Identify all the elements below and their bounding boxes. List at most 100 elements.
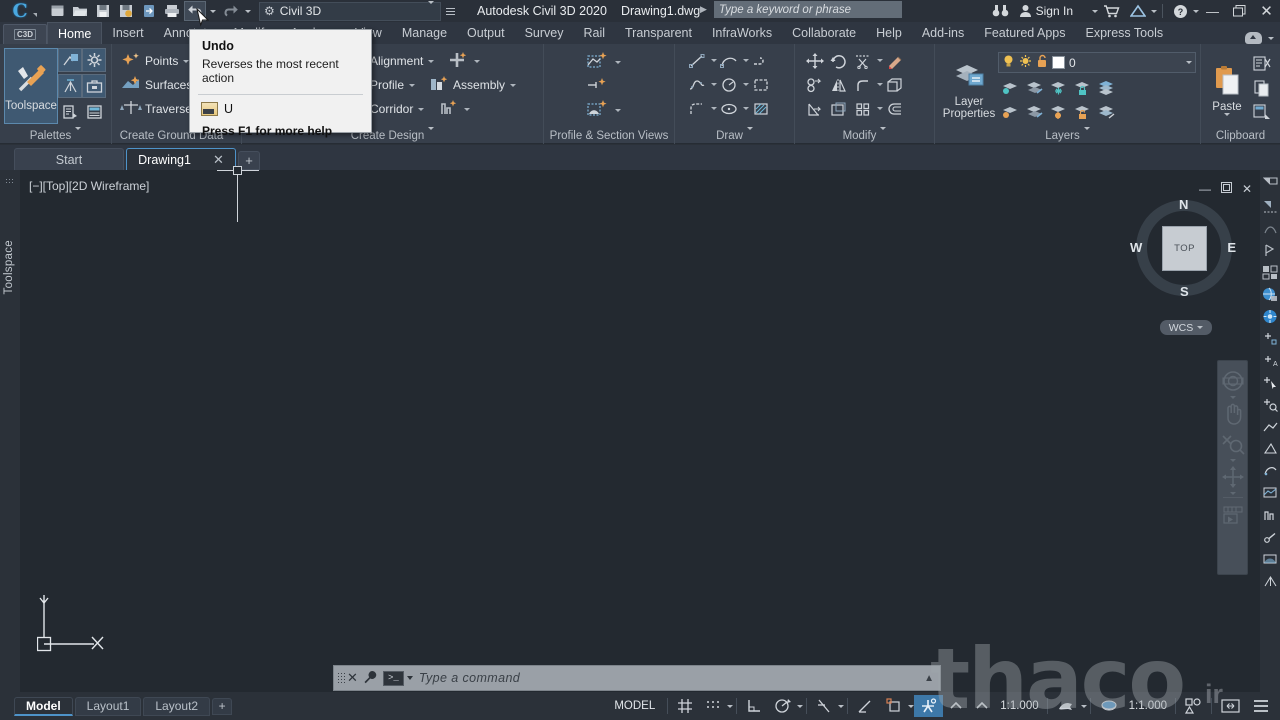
copy-icon[interactable] xyxy=(803,73,827,97)
layer-off-icon[interactable] xyxy=(998,75,1022,99)
layer-unisolate-icon[interactable] xyxy=(1022,99,1046,123)
command-expand-icon[interactable]: ▲ xyxy=(924,673,934,684)
command-line[interactable]: ✕ >_ Type a command ▲ xyxy=(333,665,941,691)
layer-thaw-icon[interactable] xyxy=(1046,99,1070,123)
tab-addins[interactable]: Add-ins xyxy=(912,22,974,44)
layer-control-dropdown[interactable]: 0 xyxy=(998,52,1196,73)
alignment-tool-icon[interactable] xyxy=(1261,460,1279,480)
mirror-icon[interactable] xyxy=(827,73,851,97)
annotation-scale-sync-icon[interactable] xyxy=(969,695,995,717)
move-icon[interactable] xyxy=(803,49,827,73)
workspace-options-icon[interactable] xyxy=(446,7,455,15)
tab-help[interactable]: Help xyxy=(866,22,912,44)
customization-icon[interactable] xyxy=(1246,695,1276,717)
toolbox-icon[interactable] xyxy=(82,74,106,98)
new-file-icon[interactable] xyxy=(46,1,68,21)
erase-icon[interactable] xyxy=(883,49,907,73)
stretch-icon[interactable] xyxy=(803,97,827,121)
layer-match-icon[interactable] xyxy=(1094,99,1118,123)
open-file-icon[interactable] xyxy=(69,1,91,21)
search-expand-icon[interactable]: ▶ xyxy=(700,4,707,15)
corridor-button[interactable]: Corridor xyxy=(370,97,543,121)
osnap-icon[interactable] xyxy=(810,695,838,717)
offset-icon[interactable] xyxy=(883,97,907,121)
annotation-visibility-icon[interactable] xyxy=(914,695,944,717)
viewport-scale-value[interactable]: 1:1.000 xyxy=(1124,700,1172,712)
save-icon[interactable] xyxy=(92,1,114,21)
survey-tool-icon[interactable] xyxy=(1261,570,1279,590)
profile-button[interactable]: Profile Assembly xyxy=(370,73,543,97)
cut-icon[interactable] xyxy=(1250,52,1274,76)
command-input-placeholder[interactable]: Type a command xyxy=(419,671,924,685)
plot-icon[interactable] xyxy=(161,1,183,21)
fullscreen-icon[interactable] xyxy=(1215,695,1246,717)
toolspace-button[interactable]: Toolspace xyxy=(4,48,58,124)
infer-constraints-icon[interactable] xyxy=(740,695,768,717)
command-line-settings-icon[interactable] xyxy=(363,670,377,687)
sign-in-button[interactable]: Sign In xyxy=(1014,0,1078,22)
autodesk-caret-icon[interactable] xyxy=(1151,9,1157,13)
application-menu-button[interactable]: C xyxy=(0,0,40,22)
section-object-icon[interactable] xyxy=(1261,196,1279,216)
panel-title-layers[interactable]: Layers xyxy=(935,127,1200,142)
panel-expand-caret-icon[interactable] xyxy=(1083,127,1090,142)
point-search-icon[interactable] xyxy=(1261,394,1279,414)
grading-icon[interactable] xyxy=(1261,438,1279,458)
copy-clip-icon[interactable] xyxy=(1250,76,1274,100)
rectangle-icon[interactable] xyxy=(749,73,773,97)
tab-collaborate[interactable]: Collaborate xyxy=(782,22,866,44)
workspace-switch-icon[interactable] xyxy=(1051,695,1081,717)
unlock-icon[interactable] xyxy=(1036,54,1048,71)
geographic-location-icon[interactable] xyxy=(1261,284,1279,304)
fillet-icon[interactable] xyxy=(685,97,709,121)
command-line-close-icon[interactable]: ✕ xyxy=(347,670,358,686)
point-select-icon[interactable] xyxy=(1261,372,1279,392)
section-views-button[interactable] xyxy=(586,98,674,122)
online-map-icon[interactable] xyxy=(1261,306,1279,326)
tab-home[interactable]: Home xyxy=(47,22,103,44)
extrude-icon[interactable] xyxy=(883,73,907,97)
new-layout-button[interactable]: + xyxy=(212,697,233,715)
help-icon[interactable]: ? xyxy=(1168,0,1193,22)
layer-lock-icon[interactable] xyxy=(1070,75,1094,99)
ucs-caret-icon[interactable] xyxy=(1197,326,1204,329)
assembly-icon[interactable] xyxy=(428,74,450,97)
ucs-icon-toggle[interactable] xyxy=(880,695,908,717)
layer-properties-button[interactable]: Layer Properties xyxy=(940,50,998,126)
panorama-icon[interactable] xyxy=(58,48,82,72)
tab-insert[interactable]: Insert xyxy=(102,22,153,44)
viewport-minimize-button[interactable]: — xyxy=(1199,182,1211,196)
orbit-icon[interactable] xyxy=(1220,462,1246,492)
viewport-restore-button[interactable] xyxy=(1220,182,1232,196)
panel-expand-caret-icon[interactable] xyxy=(746,127,753,142)
arc-icon[interactable] xyxy=(717,49,741,73)
tab-survey[interactable]: Survey xyxy=(515,22,574,44)
intersection-caret-icon[interactable] xyxy=(474,59,481,63)
workspace-switch-caret-icon[interactable] xyxy=(1080,704,1087,708)
tab-transparent[interactable]: Transparent xyxy=(615,22,702,44)
line-icon[interactable] xyxy=(685,49,709,73)
command-line-grip-icon[interactable] xyxy=(337,672,345,684)
alignment-button[interactable]: Alignment xyxy=(370,49,543,73)
sample-lines-button[interactable] xyxy=(586,74,674,98)
polyline-icon[interactable] xyxy=(749,49,773,73)
orbit-caret-icon[interactable] xyxy=(1229,492,1236,495)
intersection-icon[interactable] xyxy=(447,50,469,73)
profile-view-caret-icon[interactable] xyxy=(615,60,621,64)
autodesk-icon[interactable] xyxy=(1125,0,1151,22)
section-plane-icon[interactable] xyxy=(1261,174,1279,194)
profile-caret-icon[interactable] xyxy=(409,83,416,87)
ellipse-icon[interactable] xyxy=(717,97,741,121)
polar-tracking-icon[interactable] xyxy=(768,695,797,717)
osnap-caret-icon[interactable] xyxy=(838,704,845,708)
toolspace-collapsed-panel[interactable]: Toolspace xyxy=(0,170,20,692)
section-views-caret-icon[interactable] xyxy=(615,108,621,112)
layout-tab-layout1[interactable]: Layout1 xyxy=(74,696,142,716)
section-hidden-icon[interactable] xyxy=(1261,218,1279,238)
tab-featured-apps[interactable]: Featured Apps xyxy=(974,22,1075,44)
panel-expand-caret-icon[interactable] xyxy=(880,127,887,142)
ucs-selector[interactable]: WCS xyxy=(1160,320,1212,335)
snap-icon[interactable] xyxy=(699,695,727,717)
command-prompt-icon[interactable]: >_ xyxy=(382,670,404,686)
cart-icon[interactable] xyxy=(1098,0,1125,22)
